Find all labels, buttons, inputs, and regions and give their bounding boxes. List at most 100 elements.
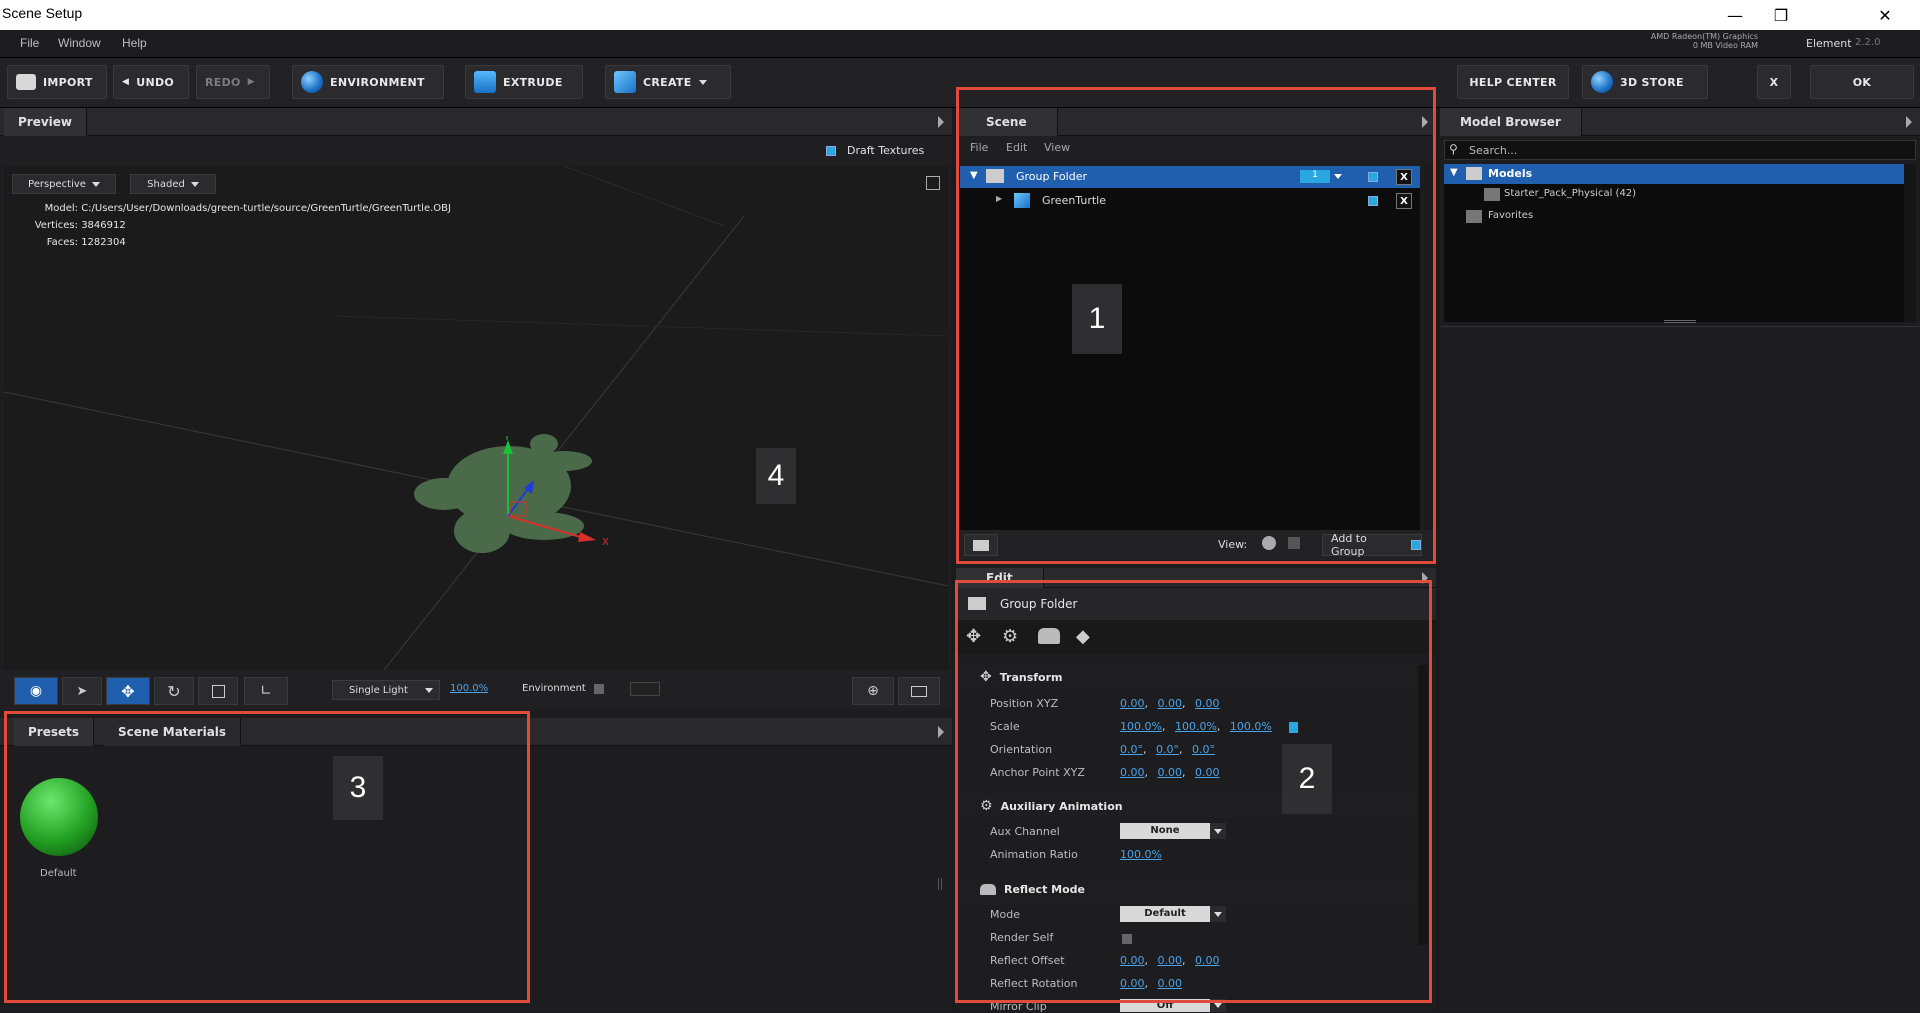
new-folder-icon[interactable] — [964, 534, 998, 556]
delete-row-button[interactable]: X — [1396, 169, 1412, 185]
restore-button[interactable]: ❐ — [1758, 2, 1804, 28]
camera-dropdown[interactable]: Perspective — [12, 174, 116, 194]
tree-item-starter-pack[interactable]: Starter_Pack_Physical (42) — [1444, 185, 1904, 205]
move-tool-icon[interactable]: ✥ — [106, 677, 150, 705]
scale-z[interactable]: 100.0% — [1230, 720, 1272, 733]
camera-tool-icon[interactable]: ◉ — [14, 677, 58, 705]
reflect-mode-section-header[interactable]: Reflect Mode — [960, 877, 1416, 901]
import-button[interactable]: IMPORT — [7, 65, 107, 99]
reflect-tab-icon[interactable] — [1038, 628, 1060, 644]
monitor-icon[interactable] — [898, 677, 940, 705]
lock-icon[interactable] — [1289, 721, 1299, 733]
animation-ratio-value[interactable]: 100.0% — [1120, 848, 1162, 861]
materials-resize-handle[interactable] — [938, 878, 942, 890]
orientation-y[interactable]: 0.0° — [1156, 743, 1179, 756]
minimize-button[interactable]: — — [1712, 2, 1758, 28]
position-y[interactable]: 0.00 — [1158, 697, 1183, 710]
anchor-y[interactable]: 0.00 — [1158, 766, 1183, 779]
tab-edit[interactable]: Edit — [956, 568, 1044, 588]
visibility-checkbox[interactable] — [1368, 172, 1378, 182]
viewport-3d[interactable]: Perspective Shaded Model: C:/Users/User/… — [4, 166, 948, 670]
draft-textures-checkbox[interactable] — [826, 146, 836, 156]
anchor-z[interactable]: 0.00 — [1195, 766, 1220, 779]
position-z[interactable]: 0.00 — [1195, 697, 1220, 710]
tab-preview[interactable]: Preview — [4, 108, 88, 136]
sphere-view-icon[interactable] — [1262, 536, 1276, 550]
add-to-group-button[interactable]: Add to Group — [1322, 532, 1422, 558]
tree-item-favorites[interactable]: Favorites — [1444, 207, 1904, 227]
extrude-button[interactable]: EXTRUDE — [465, 65, 583, 99]
ok-button[interactable]: OK — [1810, 65, 1914, 99]
group-count-badge[interactable]: 1 — [1300, 170, 1330, 183]
undo-button[interactable]: ◀ UNDO — [113, 65, 189, 99]
scene-menu-file[interactable]: File — [970, 141, 988, 154]
rotate-tool-icon[interactable]: ↻ — [154, 677, 194, 705]
diamond-tab-icon[interactable]: ◆ — [1076, 626, 1090, 647]
target-icon[interactable]: ⊕ — [852, 677, 894, 705]
tab-scene[interactable]: Scene — [956, 108, 1058, 136]
close-window-button[interactable]: ✕ — [1862, 2, 1908, 28]
expand-arrow-icon[interactable]: ▼ — [1450, 167, 1458, 178]
environment-checkbox[interactable] — [594, 684, 604, 694]
select-arrow-icon[interactable]: ➤ — [62, 677, 102, 705]
transform-tab-icon[interactable]: ✥ — [966, 626, 981, 647]
reflect-offset-y[interactable]: 0.00 — [1158, 954, 1183, 967]
expand-arrow-icon[interactable]: ▶ — [996, 194, 1002, 203]
materials-collapse-icon[interactable] — [938, 726, 944, 738]
tab-scene-materials[interactable]: Scene Materials — [104, 718, 242, 746]
render-self-checkbox[interactable] — [1122, 934, 1132, 944]
gears-tab-icon[interactable]: ⚙ — [1002, 626, 1018, 647]
edit-scrollbar[interactable] — [1418, 665, 1428, 945]
expand-arrow-icon[interactable]: ▼ — [970, 170, 978, 181]
reflect-rotation-x[interactable]: 0.00 — [1120, 977, 1145, 990]
scene-row-group-folder[interactable]: ▼ Group Folder 1 X — [960, 166, 1420, 188]
grid-view-icon[interactable] — [1288, 537, 1300, 549]
environment-color-swatch[interactable] — [630, 682, 660, 696]
orientation-x[interactable]: 0.0° — [1120, 743, 1143, 756]
cancel-button[interactable]: X — [1757, 65, 1791, 99]
scene-collapse-icon[interactable] — [1422, 116, 1428, 128]
reflect-rotation-y[interactable]: 0.00 — [1158, 977, 1183, 990]
create-button[interactable]: CREATE — [605, 65, 731, 99]
scene-menu-view[interactable]: View — [1044, 141, 1070, 154]
help-center-button[interactable]: HELP CENTER — [1457, 65, 1569, 99]
scale-y[interactable]: 100.0% — [1175, 720, 1217, 733]
scale-x[interactable]: 100.0% — [1120, 720, 1162, 733]
add-to-group-checkbox[interactable] — [1411, 540, 1421, 550]
anchor-x[interactable]: 0.00 — [1120, 766, 1145, 779]
model-browser-collapse-icon[interactable] — [1906, 116, 1912, 128]
tab-model-browser[interactable]: Model Browser — [1440, 108, 1582, 136]
environment-button[interactable]: ENVIRONMENT — [292, 65, 444, 99]
scene-scrollbar[interactable] — [1424, 166, 1432, 530]
menu-window[interactable]: Window — [58, 36, 101, 50]
aux-animation-section-header[interactable]: ⚙ Auxiliary Animation — [960, 794, 1416, 818]
material-default-swatch[interactable] — [20, 778, 98, 856]
scene-row-greenturtle[interactable]: ▶ GreenTurtle X — [960, 190, 1420, 212]
model-search-field[interactable]: ⚲ Search... — [1444, 140, 1916, 160]
menu-file[interactable]: File — [20, 36, 39, 50]
scene-menu-edit[interactable]: Edit — [1006, 141, 1027, 154]
preview-collapse-icon[interactable] — [938, 116, 944, 128]
delete-row-button[interactable]: X — [1396, 193, 1412, 209]
aux-channel-dropdown[interactable]: None — [1120, 823, 1226, 839]
tree-item-models[interactable]: ▼ Models — [1444, 164, 1904, 184]
mode-dropdown[interactable]: Default — [1120, 906, 1226, 922]
tab-presets[interactable]: Presets — [14, 718, 95, 746]
light-intensity-value[interactable]: 100.0% — [450, 683, 488, 694]
reflect-offset-z[interactable]: 0.00 — [1195, 954, 1220, 967]
axis-tool-icon[interactable]: ∟ — [244, 677, 288, 705]
3d-store-button[interactable]: 3D STORE — [1582, 65, 1708, 99]
reflect-offset-x[interactable]: 0.00 — [1120, 954, 1145, 967]
maximize-viewport-icon[interactable] — [926, 176, 940, 190]
shading-dropdown[interactable]: Shaded — [130, 174, 216, 194]
visibility-checkbox[interactable] — [1368, 196, 1378, 206]
position-x[interactable]: 0.00 — [1120, 697, 1145, 710]
menu-help[interactable]: Help — [122, 36, 147, 50]
scale-tool-icon[interactable] — [198, 677, 238, 705]
orientation-z[interactable]: 0.0° — [1192, 743, 1215, 756]
lighting-dropdown[interactable]: Single Light — [332, 680, 440, 700]
model-tree-scrollbar[interactable] — [1904, 164, 1916, 322]
model-browser-splitter[interactable] — [1664, 320, 1696, 323]
transform-gizmo[interactable]: Y X — [484, 436, 634, 576]
redo-button[interactable]: REDO ▶ — [196, 65, 270, 99]
